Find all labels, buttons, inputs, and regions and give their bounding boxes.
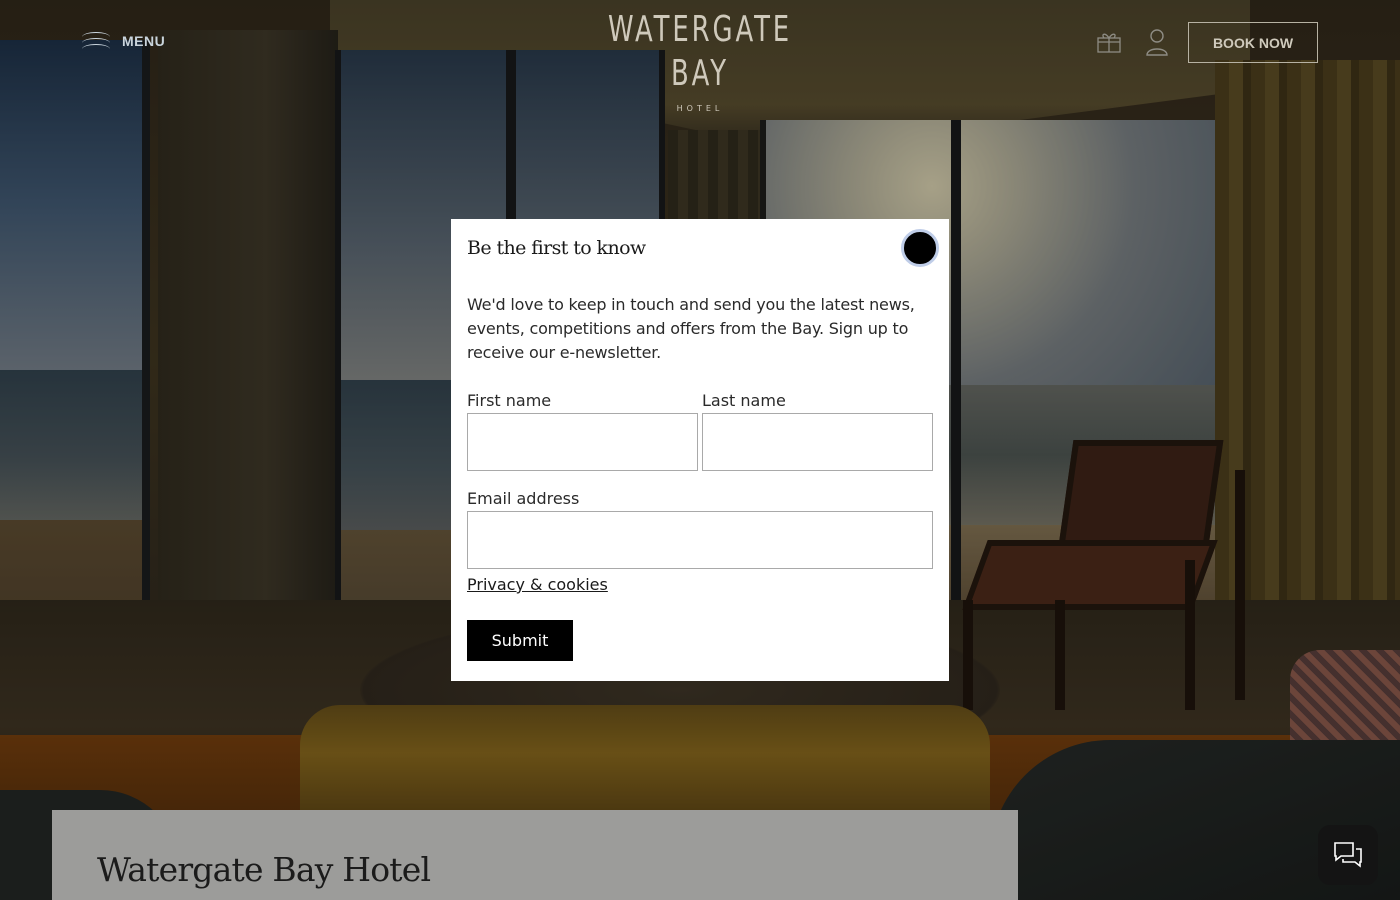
gift-icon[interactable] (1096, 28, 1122, 56)
newsletter-modal: Be the first to know We'd love to keep i… (451, 219, 949, 681)
book-now-button[interactable]: BOOK NOW (1188, 22, 1318, 63)
chat-icon (1334, 842, 1362, 868)
user-icon[interactable] (1144, 28, 1170, 56)
menu-label: MENU (122, 33, 166, 49)
first-name-group: First name (467, 391, 698, 471)
menu-waves-icon (82, 30, 110, 52)
email-input[interactable] (467, 511, 933, 569)
header-icons (1096, 28, 1170, 56)
name-fields-row: First name Last name (467, 391, 933, 471)
chat-button[interactable] (1318, 825, 1378, 885)
close-button[interactable] (901, 229, 939, 267)
hotel-intro-card: Watergate Bay Hotel (52, 810, 1018, 900)
last-name-input[interactable] (702, 413, 933, 471)
email-group: Email address (467, 489, 933, 569)
menu-button[interactable]: MENU (82, 30, 165, 52)
modal-description: We'd love to keep in touch and send you … (467, 295, 915, 362)
privacy-cookies-link[interactable]: Privacy & cookies (467, 575, 608, 594)
logo-subtitle: HOTEL (676, 104, 724, 113)
logo-wordmark: WATERGATE BAY (607, 9, 793, 94)
site-header: MENU WATERGATE BAY HOTEL BOOK NOW (0, 0, 1400, 113)
submit-button[interactable]: Submit (467, 620, 573, 661)
last-name-label: Last name (702, 391, 786, 410)
logo[interactable]: WATERGATE BAY HOTEL (560, 8, 840, 113)
modal-title: Be the first to know (467, 237, 646, 259)
first-name-label: First name (467, 391, 552, 410)
first-name-input[interactable] (467, 413, 698, 471)
email-label: Email address (467, 489, 580, 508)
last-name-group: Last name (702, 391, 933, 471)
hotel-title: Watergate Bay Hotel (97, 850, 431, 889)
